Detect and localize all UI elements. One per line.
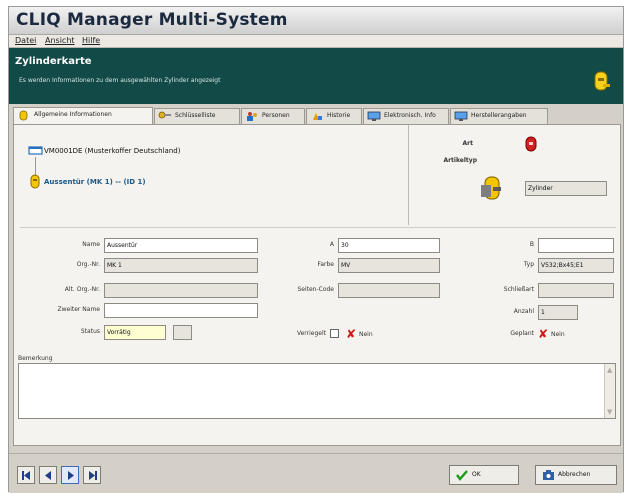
typ-label: Typ <box>523 261 534 268</box>
geplant-label: Geplant <box>510 330 534 337</box>
scroll-down-icon[interactable]: ▼ <box>607 408 612 416</box>
bottom-toolbar: OK Abbrechen <box>9 453 623 493</box>
b-label: B <box>529 241 534 248</box>
menu-help[interactable]: Hilfe <box>82 36 100 45</box>
monitor-icon <box>454 111 468 121</box>
bemerkung-scrollbar[interactable]: ▲ ▼ <box>604 364 615 418</box>
tab-bar: Allgemeine Informationen Schlüsselliste … <box>13 107 621 124</box>
next-icon <box>68 471 74 480</box>
keys-icon <box>158 111 171 119</box>
verriegelt-checkbox[interactable] <box>330 329 339 338</box>
a-input[interactable]: 30 <box>338 238 440 253</box>
tab-herstellerangaben[interactable]: Herstellerangaben <box>450 108 548 124</box>
cancel-label: Abbrechen <box>558 471 591 478</box>
bemerkung-textarea[interactable]: ▲ ▼ <box>18 363 616 419</box>
anzahl-label: Anzahl <box>513 308 534 315</box>
schliessart-field <box>538 283 614 298</box>
scroll-up-icon[interactable]: ▲ <box>607 366 612 374</box>
cancel-button[interactable]: Abbrechen <box>535 465 617 485</box>
status-label: Status <box>80 328 100 335</box>
name-label: Name <box>82 241 100 248</box>
status-picker-button[interactable] <box>173 325 192 340</box>
x-mark-icon: ✘ <box>346 327 357 341</box>
cancel-icon <box>543 470 554 480</box>
tree-root-item[interactable]: VM0001DE (Musterkoffer Deutschland) <box>44 147 180 155</box>
tab-schluesselliste[interactable]: Schlüsselliste <box>154 108 240 124</box>
menu-view[interactable]: Ansicht <box>45 36 75 45</box>
cylinder-tree: VM0001DE (Musterkoffer Deutschland) Auss… <box>20 131 400 227</box>
tab-allgemeine-informationen[interactable]: Allgemeine Informationen <box>13 107 153 124</box>
monitor-icon <box>367 111 381 121</box>
header-banner: Zylinderkarte Es werden Informationen zu… <box>9 48 623 104</box>
app-window: CLIQ Manager Multi-System Datei Ansicht … <box>8 6 624 493</box>
bemerkung-label: Bemerkung <box>18 355 53 362</box>
history-icon <box>313 113 322 120</box>
tab-label: Historie <box>327 112 351 119</box>
verriegelt-value: Nein <box>359 331 373 338</box>
schliessart-label: Schließart <box>503 286 534 293</box>
seiten-code-label: Seiten-Code <box>297 286 334 293</box>
alt-org-nr-field <box>104 283 258 298</box>
app-title: CLIQ Manager Multi-System <box>16 10 288 30</box>
tab-personen[interactable]: Personen <box>241 108 305 124</box>
previous-icon <box>45 471 51 480</box>
zweiter-name-input[interactable] <box>104 303 258 318</box>
name-input[interactable]: Aussentür <box>104 238 258 253</box>
artikeltyp-field: Zylinder <box>525 181 607 196</box>
org-nr-field: MK 1 <box>104 258 258 273</box>
art-label: Art <box>462 140 473 147</box>
general-info-panel: VM0001DE (Musterkoffer Deutschland) Auss… <box>13 124 621 446</box>
zweiter-name-label: Zweiter Name <box>57 306 101 313</box>
next-record-button[interactable] <box>61 466 79 484</box>
typ-field: V532;Bx45;E1 <box>538 258 614 273</box>
anzahl-field: 1 <box>538 305 578 320</box>
tree-child-item[interactable]: Aussentür (MK 1) -- (ID 1) <box>44 178 146 186</box>
last-icon <box>89 471 97 480</box>
tab-label: Personen <box>262 112 290 119</box>
a-label: A <box>329 241 334 248</box>
tree-connector <box>35 157 36 175</box>
title-bar: CLIQ Manager Multi-System <box>9 7 623 35</box>
cylinder-icon <box>30 174 40 189</box>
tab-label: Elektronisch. Info <box>384 112 436 119</box>
x-mark-icon: ✘ <box>538 327 549 341</box>
ok-button[interactable]: OK <box>449 465 519 485</box>
cylinder-hardware-icon <box>481 176 501 200</box>
first-icon <box>22 471 30 480</box>
previous-record-button[interactable] <box>39 466 57 484</box>
seiten-code-field <box>338 283 440 298</box>
page-title: Zylinderkarte <box>15 56 92 67</box>
tab-label: Herstellerangaben <box>471 112 527 119</box>
menu-bar: Datei Ansicht Hilfe <box>9 35 623 48</box>
farbe-field: MV <box>338 258 440 273</box>
cylinder-key-icon <box>594 71 610 91</box>
first-record-button[interactable] <box>17 466 35 484</box>
last-record-button[interactable] <box>83 466 101 484</box>
checkmark-icon <box>456 470 468 481</box>
verriegelt-label: Verriegelt <box>296 330 326 337</box>
status-field[interactable]: Vorrätig <box>104 325 166 340</box>
cylinder-icon <box>19 110 28 121</box>
red-cylinder-icon <box>525 136 537 152</box>
tab-historie[interactable]: Historie <box>306 108 362 124</box>
org-nr-label: Org.-Nr. <box>76 261 100 268</box>
ok-label: OK <box>472 471 481 478</box>
article-info: Art Artikeltyp Zylinder <box>408 125 620 225</box>
tab-elektronisch-info[interactable]: Elektronisch. Info <box>363 108 449 124</box>
menu-file[interactable]: Datei <box>15 36 36 45</box>
people-icon <box>247 112 257 121</box>
tab-label: Allgemeine Informationen <box>34 111 112 118</box>
page-subtitle: Es werden Informationen zu dem ausgewähl… <box>19 77 221 84</box>
alt-org-nr-label: Alt. Org.-Nr. <box>64 286 100 293</box>
section-divider <box>20 227 616 228</box>
b-input[interactable] <box>538 238 614 253</box>
artikeltyp-label: Artikeltyp <box>443 157 477 164</box>
geplant-value: Nein <box>551 331 565 338</box>
farbe-label: Farbe <box>317 261 334 268</box>
system-icon <box>28 146 43 155</box>
tab-label: Schlüsselliste <box>175 112 216 119</box>
